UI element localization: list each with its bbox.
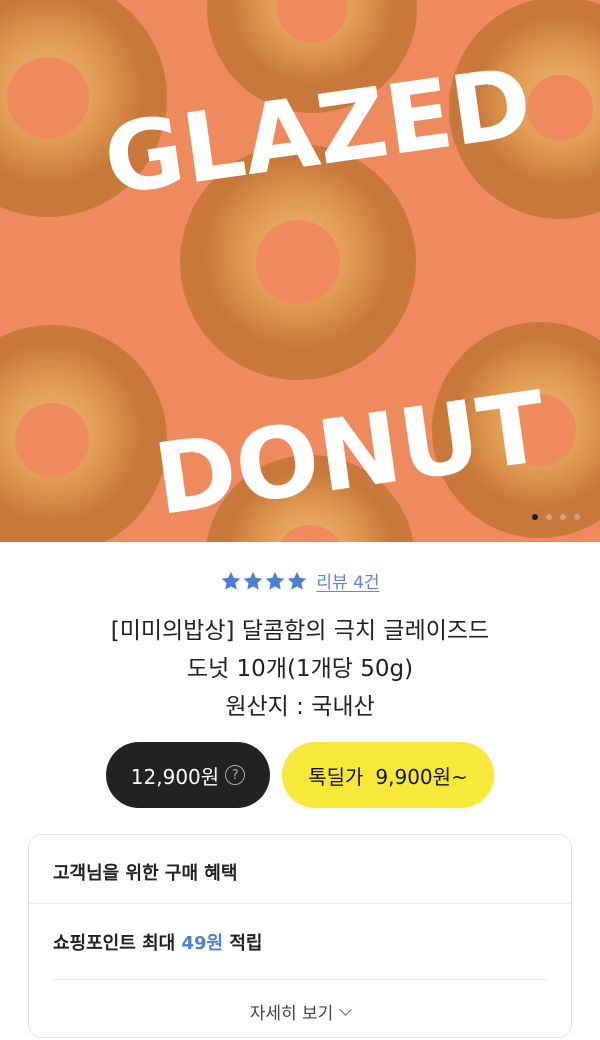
points-suffix: 적립 bbox=[229, 933, 263, 954]
product-title: [미미의밥상] 달콤함의 극치 글레이즈드 도넛 10개(1개당 50g) 원산… bbox=[0, 612, 600, 726]
review-count-link[interactable]: 리뷰 4건 bbox=[316, 568, 379, 593]
star-icon bbox=[244, 571, 263, 590]
star-icon bbox=[266, 571, 285, 590]
carousel-dot[interactable] bbox=[574, 514, 580, 520]
points-prefix: 쇼핑포인트 최대 bbox=[53, 933, 176, 954]
shopping-points-row: 쇼핑포인트 최대 49원 적립 bbox=[53, 929, 262, 955]
deal-label: 톡딜가 bbox=[308, 764, 364, 789]
divider bbox=[29, 903, 571, 904]
product-origin: 원산지 : 국내산 bbox=[225, 694, 375, 720]
carousel-dot[interactable] bbox=[546, 514, 552, 520]
donut-illustration: GLAZED DONUT bbox=[0, 0, 600, 542]
chevron-down-icon bbox=[339, 1003, 353, 1016]
carousel-indicator[interactable] bbox=[532, 514, 580, 520]
rating-row: 리뷰 4건 bbox=[0, 568, 600, 593]
divider bbox=[53, 979, 547, 980]
help-icon[interactable]: ? bbox=[225, 765, 246, 785]
points-value: 49원 bbox=[181, 933, 224, 954]
deal-price: 9,900원~ bbox=[375, 764, 468, 789]
see-more-button[interactable]: 자세히 보기 bbox=[29, 999, 571, 1024]
star-icon bbox=[222, 571, 241, 590]
price-row: 12,900원 ? 톡딜가 9,900원~ bbox=[0, 742, 600, 808]
product-title-line1: [미미의밥상] 달콤함의 극치 글레이즈드 bbox=[110, 618, 490, 644]
carousel-dot[interactable] bbox=[560, 514, 566, 520]
product-title-line2: 도넛 10개(1개당 50g) bbox=[186, 656, 414, 682]
carousel-dot[interactable] bbox=[532, 514, 538, 520]
benefits-card: 고객님을 위한 구매 혜택 쇼핑포인트 최대 49원 적립 자세히 보기 bbox=[28, 834, 572, 1038]
benefits-header: 고객님을 위한 구매 혜택 bbox=[53, 863, 238, 884]
original-price: 12,900원 bbox=[130, 764, 220, 789]
see-more-label: 자세히 보기 bbox=[249, 1004, 334, 1024]
original-price-button[interactable]: 12,900원 ? bbox=[106, 742, 270, 808]
star-icon bbox=[288, 571, 307, 590]
product-hero-image[interactable]: GLAZED DONUT bbox=[0, 0, 600, 542]
deal-price-button[interactable]: 톡딜가 9,900원~ bbox=[282, 742, 494, 808]
star-rating bbox=[220, 570, 308, 592]
